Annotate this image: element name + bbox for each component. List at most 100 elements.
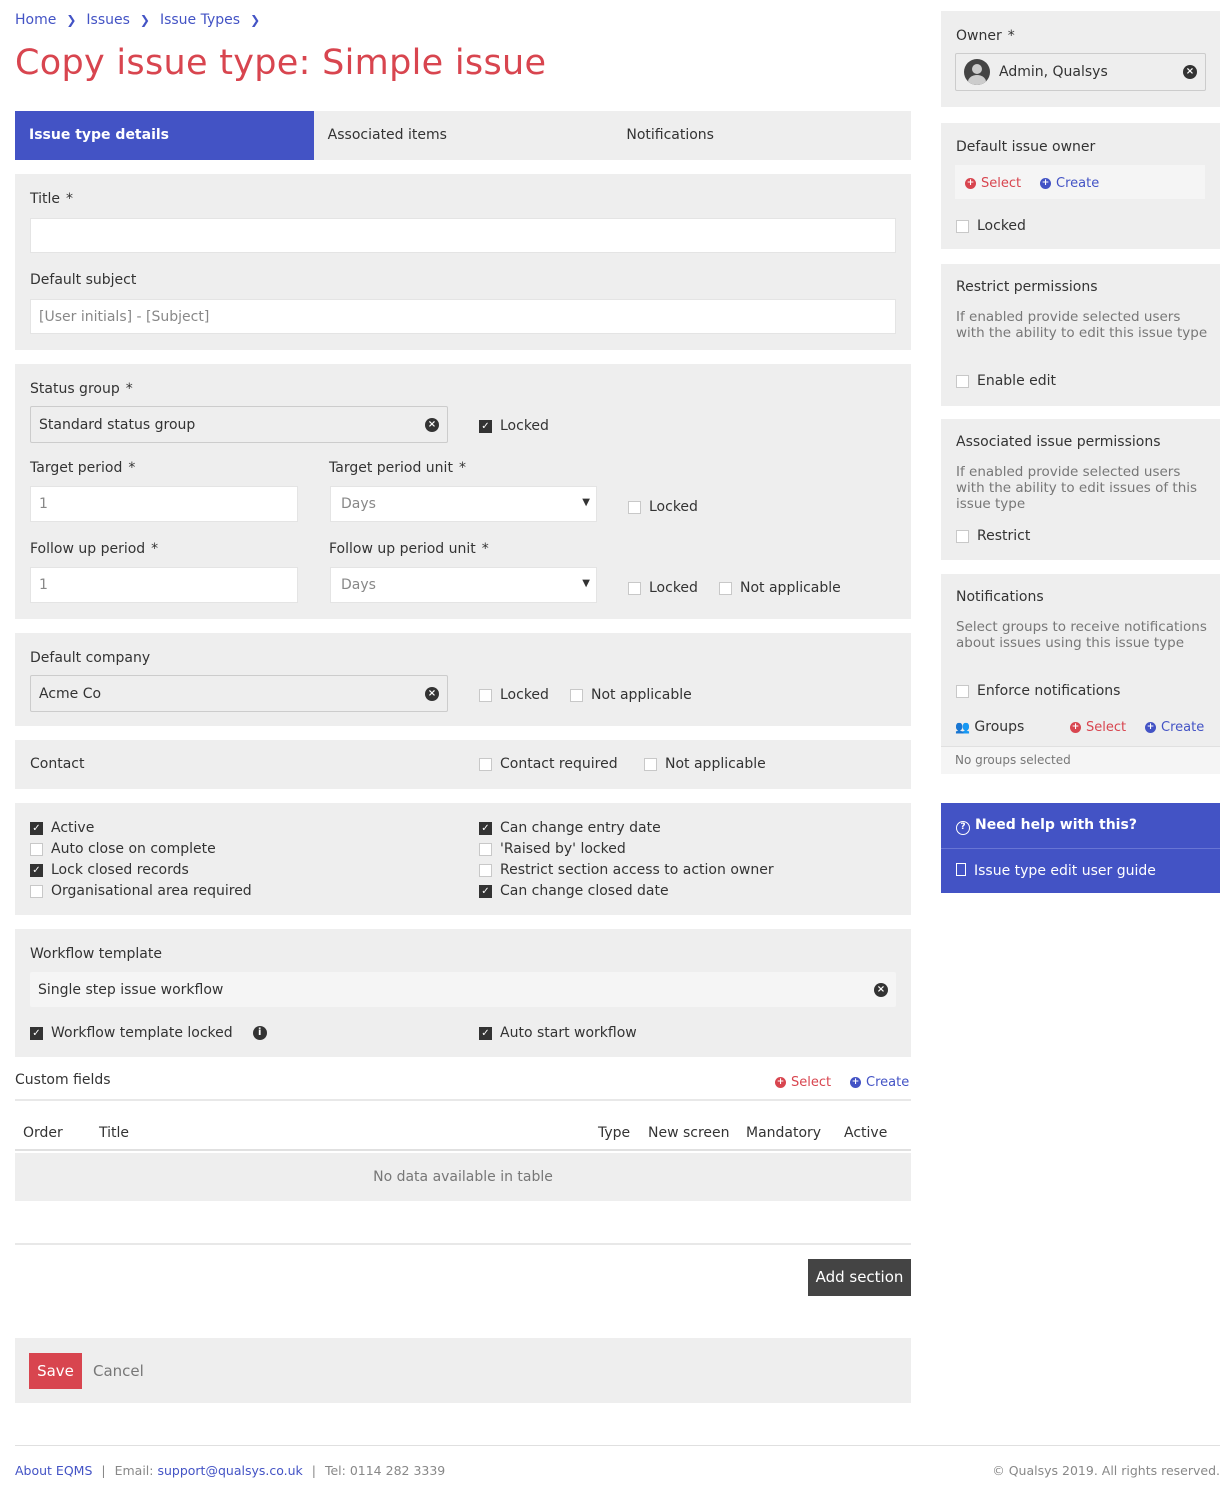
restrict-checkbox[interactable]: Restrict bbox=[956, 528, 1030, 544]
clear-icon[interactable]: × bbox=[874, 982, 888, 997]
plus-circle-icon: + bbox=[1145, 721, 1156, 733]
default-company-select[interactable]: Acme Co × bbox=[30, 675, 448, 712]
link-label: Select bbox=[981, 176, 1022, 191]
default-subject-label: Default subject bbox=[30, 272, 137, 288]
company-na-checkbox[interactable]: Not applicable bbox=[570, 687, 692, 703]
contact-na-checkbox[interactable]: Not applicable bbox=[644, 756, 766, 772]
tab-bar: Issue type details Associated items Noti… bbox=[15, 111, 911, 160]
footer-left: About EQMS | Email: support@qualsys.co.u… bbox=[15, 1463, 446, 1478]
email-link[interactable]: support@qualsys.co.uk bbox=[157, 1463, 302, 1478]
checkbox-icon bbox=[628, 581, 641, 595]
divider bbox=[15, 1099, 911, 1101]
info-icon[interactable]: i bbox=[252, 1026, 267, 1040]
option-restrict-section[interactable]: Restrict section access to action owner bbox=[479, 862, 774, 878]
auto-start-checkbox[interactable]: ✓ Auto start workflow bbox=[479, 1025, 637, 1041]
associated-permissions-desc: If enabled provide selected users with t… bbox=[956, 464, 1198, 512]
save-button[interactable]: Save bbox=[29, 1353, 82, 1389]
restrict-permissions-desc: If enabled provide selected users with t… bbox=[956, 309, 1208, 341]
user-avatar-icon bbox=[964, 59, 990, 85]
checkbox-label: Not applicable bbox=[591, 687, 692, 703]
default-company-value: Acme Co bbox=[39, 685, 102, 702]
option-auto-close[interactable]: Auto close on complete bbox=[30, 841, 216, 857]
groups-create-link[interactable]: + Create bbox=[1145, 719, 1204, 735]
help-title: ? Need help with this? bbox=[956, 817, 1137, 835]
follow-up-period-input[interactable]: 1 bbox=[30, 567, 298, 603]
checkbox-icon: ✓ bbox=[479, 419, 492, 433]
owner-select-link[interactable]: + Select bbox=[965, 175, 1021, 191]
workflow-template-value: Single step issue workflow bbox=[38, 981, 224, 998]
breadcrumb-issue-types[interactable]: Issue Types bbox=[160, 12, 240, 28]
option-active[interactable]: ✓ Active bbox=[30, 820, 94, 836]
checkbox-label: Enable edit bbox=[977, 373, 1057, 389]
cancel-link[interactable]: Cancel bbox=[93, 1362, 144, 1380]
link-label: Select bbox=[1086, 720, 1127, 735]
checkbox-icon: ✓ bbox=[479, 884, 492, 898]
follow-up-period-unit-label: Follow up period unit bbox=[329, 541, 476, 557]
breadcrumb-issues[interactable]: Issues bbox=[86, 12, 130, 28]
default-company-label: Default company bbox=[30, 650, 151, 666]
tab-notifications[interactable]: Notifications bbox=[612, 111, 911, 160]
plus-circle-icon: + bbox=[775, 1077, 786, 1088]
link-label: Create bbox=[1056, 176, 1100, 191]
follow-na-checkbox[interactable]: Not applicable bbox=[719, 580, 841, 596]
follow-up-period-unit-value: Days bbox=[341, 577, 376, 593]
status-locked-checkbox[interactable]: ✓ Locked bbox=[479, 418, 549, 434]
no-groups-text: No groups selected bbox=[941, 746, 1220, 774]
column-mandatory[interactable]: Mandatory bbox=[746, 1125, 821, 1141]
tab-issue-type-details[interactable]: Issue type details bbox=[15, 111, 314, 160]
follow-locked-checkbox[interactable]: Locked bbox=[628, 580, 698, 596]
checkbox-label: Lock closed records bbox=[51, 862, 189, 878]
owner-locked-checkbox[interactable]: Locked bbox=[956, 218, 1026, 234]
add-section-button[interactable]: Add section bbox=[808, 1259, 911, 1296]
workflow-template-select[interactable]: Single step issue workflow × bbox=[30, 972, 896, 1007]
chevron-right-icon: ❯ bbox=[139, 13, 150, 27]
column-order[interactable]: Order bbox=[23, 1125, 63, 1141]
contact-required-checkbox[interactable]: Contact required bbox=[479, 756, 618, 772]
column-type[interactable]: Type bbox=[598, 1125, 630, 1141]
tab-associated-items[interactable]: Associated items bbox=[314, 111, 613, 160]
status-group-select[interactable]: Standard status group × bbox=[30, 406, 448, 443]
link-label: Create bbox=[1161, 720, 1205, 735]
option-change-entry-date[interactable]: ✓ Can change entry date bbox=[479, 820, 661, 836]
custom-fields-create-link[interactable]: + Create bbox=[850, 1075, 909, 1090]
default-subject-input[interactable]: [User initials] - [Subject] bbox=[30, 299, 896, 334]
option-lock-closed[interactable]: ✓ Lock closed records bbox=[30, 862, 189, 878]
owner-select[interactable]: Admin, Qualsys × bbox=[955, 53, 1206, 91]
title-input[interactable] bbox=[30, 218, 896, 253]
checkbox-label: Auto close on complete bbox=[51, 841, 216, 857]
checkbox-label: Can change entry date bbox=[500, 820, 661, 836]
option-raised-by-locked[interactable]: 'Raised by' locked bbox=[479, 841, 626, 857]
follow-up-period-unit-select[interactable]: Days ▼ bbox=[330, 567, 597, 603]
target-period-unit-select[interactable]: Days ▼ bbox=[330, 486, 597, 522]
checkbox-label: Can change closed date bbox=[500, 883, 669, 899]
checkbox-label: Not applicable bbox=[665, 756, 766, 772]
about-link[interactable]: About EQMS bbox=[15, 1463, 92, 1478]
column-active[interactable]: Active bbox=[844, 1125, 887, 1141]
user-guide-link[interactable]: Issue type edit user guide bbox=[956, 863, 1156, 879]
target-period-input[interactable]: 1 bbox=[30, 486, 298, 522]
enforce-notifications-checkbox[interactable]: Enforce notifications bbox=[956, 683, 1120, 699]
owner-picker: + Select + Create bbox=[955, 165, 1205, 199]
workflow-locked-checkbox[interactable]: ✓ Workflow template locked i bbox=[30, 1025, 267, 1041]
column-new-screen[interactable]: New screen bbox=[648, 1125, 730, 1141]
default-issue-owner-label: Default issue owner bbox=[956, 139, 1096, 155]
clear-icon[interactable]: × bbox=[1183, 65, 1197, 79]
workflow-template-label: Workflow template bbox=[30, 946, 162, 962]
groups-header: 👥 Groups bbox=[955, 719, 1024, 735]
owner-create-link[interactable]: + Create bbox=[1040, 175, 1099, 191]
clear-icon[interactable]: × bbox=[425, 686, 439, 701]
target-locked-checkbox[interactable]: Locked bbox=[628, 499, 698, 515]
clear-icon[interactable]: × bbox=[425, 417, 439, 432]
breadcrumb-home[interactable]: Home bbox=[15, 12, 56, 28]
company-locked-checkbox[interactable]: Locked bbox=[479, 687, 549, 703]
user-guide-label: Issue type edit user guide bbox=[974, 863, 1156, 879]
groups-select-link[interactable]: + Select bbox=[1070, 719, 1126, 735]
save-bar: Save Cancel bbox=[15, 1338, 911, 1403]
column-title[interactable]: Title bbox=[99, 1125, 129, 1141]
option-change-closed-date[interactable]: ✓ Can change closed date bbox=[479, 883, 669, 899]
option-org-area[interactable]: Organisational area required bbox=[30, 883, 252, 899]
custom-fields-select-link[interactable]: + Select bbox=[775, 1075, 831, 1090]
enable-edit-checkbox[interactable]: Enable edit bbox=[956, 373, 1056, 389]
default-issue-owner-panel: Default issue owner + Select + Create Lock… bbox=[941, 123, 1220, 249]
checkbox-label: Locked bbox=[500, 418, 549, 434]
